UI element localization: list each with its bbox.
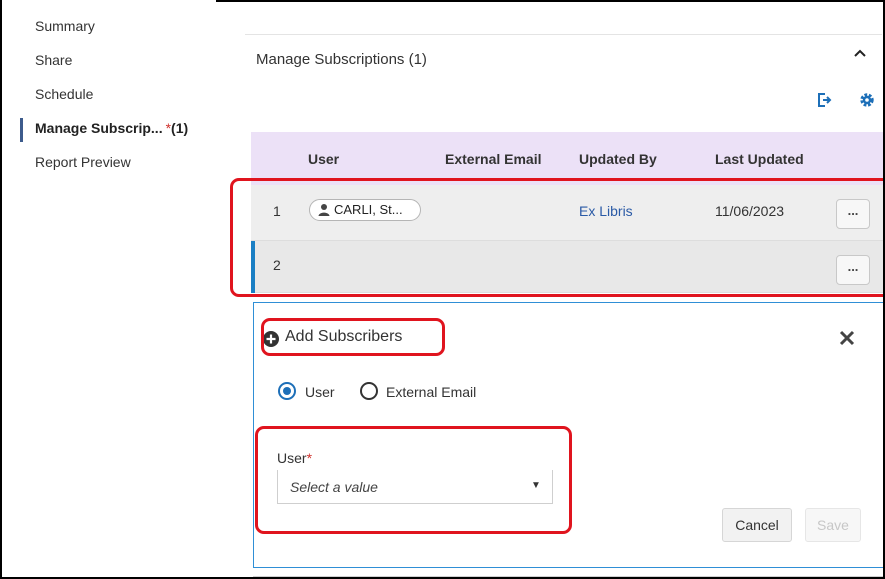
footer-divider xyxy=(253,576,885,577)
chevron-up-icon[interactable] xyxy=(850,44,870,64)
last-updated-value: 11/06/2023 xyxy=(715,203,785,219)
column-header-user[interactable]: User xyxy=(308,151,339,167)
person-icon xyxy=(318,204,330,216)
row-actions-button[interactable]: ... xyxy=(836,199,870,229)
save-button[interactable]: Save xyxy=(805,508,861,542)
sidebar-item-label: Summary xyxy=(35,18,95,34)
sidebar-item-manage-subscriptions[interactable]: Manage Subscrip... *(1) xyxy=(20,118,220,154)
user-select[interactable]: Select a value ▼ xyxy=(277,470,553,504)
row-number: 2 xyxy=(273,257,281,273)
close-icon[interactable] xyxy=(838,329,856,347)
sidebar-item-summary[interactable]: Summary xyxy=(20,18,220,52)
sidebar-item-label: Share xyxy=(35,52,73,68)
table-row[interactable]: 2 ... xyxy=(251,241,885,293)
sidebar-item-schedule[interactable]: Schedule xyxy=(20,86,220,120)
table-row[interactable]: 1 CARLI, St... Ex Libris 11/06/2023 ... xyxy=(251,185,885,241)
section-divider xyxy=(245,34,882,35)
column-header-last-updated[interactable]: Last Updated xyxy=(715,151,804,167)
required-marker: * xyxy=(306,450,313,466)
plus-circle-icon[interactable] xyxy=(262,330,280,348)
radio-user[interactable] xyxy=(278,382,296,400)
export-icon[interactable] xyxy=(815,91,833,109)
sidebar-item-label: Report Preview xyxy=(35,154,131,170)
column-header-updated-by[interactable]: Updated By xyxy=(579,151,657,167)
sidebar-item-report-preview[interactable]: Report Preview xyxy=(20,154,220,188)
sidebar-item-count: (1) xyxy=(171,120,189,136)
sidebar-nav: Summary Share Schedule Manage Subscrip..… xyxy=(20,18,220,188)
sidebar-item-share[interactable]: Share xyxy=(20,52,220,86)
radio-external-email[interactable] xyxy=(360,382,378,400)
user-field-label: User* xyxy=(277,450,312,466)
add-subscribers-title[interactable]: Add Subscribers xyxy=(285,328,402,346)
updated-by-link[interactable]: Ex Libris xyxy=(579,203,633,219)
row-actions-button[interactable]: ... xyxy=(836,255,870,285)
row-number: 1 xyxy=(273,203,281,219)
select-placeholder: Select a value xyxy=(290,479,378,495)
frame-top-border xyxy=(216,0,885,2)
caret-down-icon: ▼ xyxy=(531,480,541,491)
cancel-button[interactable]: Cancel xyxy=(722,508,792,542)
user-field-label-text: User xyxy=(277,450,307,466)
sidebar-item-label: Schedule xyxy=(35,86,94,102)
radio-user-label[interactable]: User xyxy=(305,384,335,400)
radio-external-email-label[interactable]: External Email xyxy=(386,384,476,400)
gear-icon[interactable] xyxy=(858,91,876,109)
column-header-external-email[interactable]: External Email xyxy=(445,151,542,167)
section-title: Manage Subscriptions (1) xyxy=(256,51,427,68)
user-chip-label: CARLI, St... xyxy=(334,202,403,217)
sidebar-item-label: Manage Subscrip... xyxy=(35,120,163,136)
table-header: User External Email Updated By Last Upda… xyxy=(251,132,885,185)
user-chip[interactable]: CARLI, St... xyxy=(309,199,421,221)
